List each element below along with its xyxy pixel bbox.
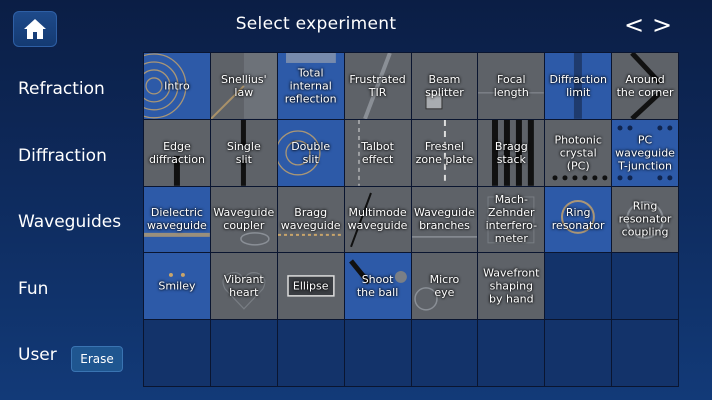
tile-label: Snellius' law [221,72,267,99]
tile-label: Dielectric waveguide [147,206,207,233]
tile-label: Diffraction limit [549,72,607,99]
tile-focal-length[interactable]: Focal length [478,53,545,119]
tile-label: Total internal reflection [284,66,337,106]
tile-label: Fresnel zone plate [415,139,474,166]
tile-label: Smiley [158,279,196,293]
page-title: Select experiment [235,14,397,34]
tile-fresnel-zone-plate[interactable]: Fresnel zone plate [411,119,478,186]
row-label-diffraction: Diffraction [18,146,107,166]
row-label-fun: Fun [18,279,49,299]
user-slot[interactable] [411,320,478,386]
tile-vibrant-heart[interactable]: Vibrant heart [210,253,277,320]
tile-label: Mach- Zehnder interfero- meter [485,193,538,246]
empty-slot [612,253,678,320]
tile-label: Beam splitter [425,72,464,99]
tile-micro-eye[interactable]: Micro eye [411,253,478,320]
tile-label: Focal length [493,72,529,99]
tile-dielectric-waveguide[interactable]: Dielectric waveguide [144,186,210,253]
tile-bragg-waveguide[interactable]: Bragg waveguide [277,186,344,253]
user-slot[interactable] [210,320,277,386]
tile-mach-zehnder[interactable]: Mach- Zehnder interfero- meter [478,186,545,253]
tile-label: Frustrated TIR [349,72,406,99]
tile-label: Bragg stack [494,139,528,166]
tile-intro[interactable]: Intro [144,53,210,119]
next-button[interactable]: > [652,10,672,40]
tile-label: Shoot the ball [356,273,399,300]
tile-snellius-law[interactable]: Snellius' law [210,53,277,119]
tile-around-the-corner[interactable]: Around the corner [612,53,678,119]
tile-label: Waveguide coupler [213,206,275,233]
tile-waveguide-coupler[interactable]: Waveguide coupler [210,186,277,253]
tile-waveguide-branches[interactable]: Waveguide branches [411,186,478,253]
tile-ellipse[interactable]: Ellipse [277,253,344,320]
tile-label: Vibrant heart [223,273,264,300]
tile-multimode-waveguide[interactable]: Multimode waveguide [344,186,411,253]
user-slot[interactable] [545,320,612,386]
tile-label: Micro eye [429,273,460,300]
tile-label: Single slit [226,139,261,166]
tile-pc-waveguide-t-junction[interactable]: PC waveguide T-junction [612,119,678,186]
tile-label: Around the corner [616,72,674,99]
tile-total-internal-reflection[interactable]: Total internal reflection [277,53,344,119]
tile-frustrated-tir[interactable]: Frustrated TIR [344,53,411,119]
experiment-grid: Intro Snellius' law Total internal refle… [143,52,679,387]
user-slot[interactable] [344,320,411,386]
tile-label: PC waveguide T-junction [615,133,675,173]
tile-ring-resonator[interactable]: Ring resonator [545,186,612,253]
tile-label: Ellipse [292,279,329,293]
tile-label: Photonic crystal (PC) [554,133,602,173]
tile-diffraction-limit[interactable]: Diffraction limit [545,53,612,119]
user-slot[interactable] [478,320,545,386]
tile-ring-resonator-coupling[interactable]: Ring resonator coupling [612,186,678,253]
row-label-user: User [18,345,57,365]
tile-single-slit[interactable]: Single slit [210,119,277,186]
tile-talbot-effect[interactable]: Talbot effect [344,119,411,186]
tile-label: Waveguide branches [413,206,475,233]
tile-label: Double slit [291,139,331,166]
tile-edge-diffraction[interactable]: Edge diffraction [144,119,210,186]
tile-photonic-crystal[interactable]: Photonic crystal (PC) [545,119,612,186]
row-label-waveguides: Waveguides [18,212,122,232]
user-slot[interactable] [277,320,344,386]
tile-label: Ring resonator coupling [618,199,672,239]
row-label-refraction: Refraction [18,79,105,99]
tile-bragg-stack[interactable]: Bragg stack [478,119,545,186]
empty-slot [545,253,612,320]
tile-double-slit[interactable]: Double slit [277,119,344,186]
tile-shoot-the-ball[interactable]: Shoot the ball [344,253,411,320]
tile-wavefront-shaping[interactable]: Wavefront shaping by hand [478,253,545,320]
user-slot[interactable] [144,320,210,386]
previous-button[interactable]: < [624,10,644,40]
tile-label: Wavefront shaping by hand [483,266,540,306]
user-slot[interactable] [612,320,678,386]
tile-label: Bragg waveguide [280,206,341,233]
tile-label: Intro [164,79,190,93]
tile-label: Talbot effect [361,139,394,166]
tile-beam-splitter[interactable]: Beam splitter [411,53,478,119]
tile-smiley[interactable]: Smiley [144,253,210,320]
erase-button[interactable]: Erase [71,346,123,372]
tile-label: Multimode waveguide [347,206,408,233]
tile-label: Ring resonator [551,206,605,233]
tile-label: Edge diffraction [148,139,205,166]
